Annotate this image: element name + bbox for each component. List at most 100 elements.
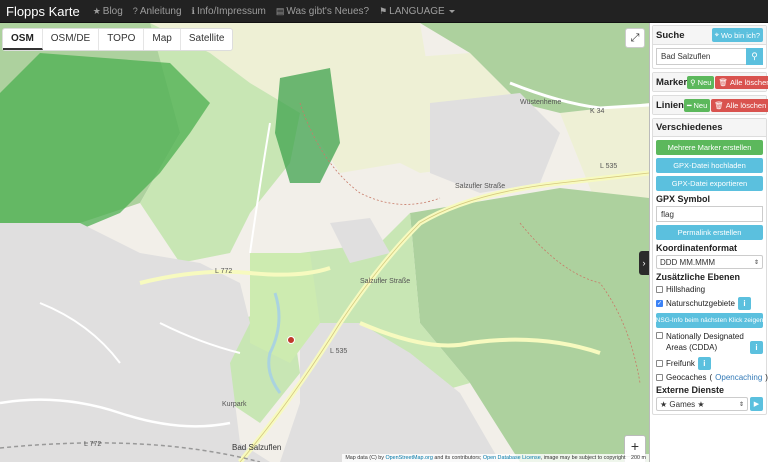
attribution-suffix: , image may be subject to copyright [540,455,626,461]
misc-panel: Verschiedenes Mehrere Marker erstellen G… [652,118,768,415]
sidebar-toggle-button[interactable]: › [639,251,649,275]
trash-icon: 🗑 [718,77,728,87]
poi-marker[interactable] [287,336,295,344]
freifunk-checkbox[interactable] [656,360,663,367]
scale-bar: 200 m [631,455,646,461]
layer-tab-map[interactable]: Map [144,29,181,50]
locate-label: Wo bin ich? [720,30,760,40]
new-line-button[interactable]: ━ Neu [683,98,711,112]
external-services-select[interactable]: ★ Games ★ ⇕ [656,397,748,411]
coord-format-value: DDD MM.MMM [660,257,716,267]
cdda-checkbox[interactable] [656,332,663,339]
lines-title: Linien [656,99,684,111]
search-panel: Suche ⌖ Wo bin ich? Bad Salzuflen ⚲ [652,25,767,69]
nav-link-info[interactable]: ℹ Info/Impressum [187,6,271,17]
map-label-town: Bad Salzuflen [232,443,282,452]
delete-lines-button[interactable]: 🗑 Alle löschen [711,98,768,112]
trash-icon: 🗑 [714,100,724,110]
map-label-street: Salzufler Straße [360,278,411,285]
map-marker-icon: ⚲ [690,77,696,87]
external-services-row: ★ Games ★ ⇕ ▶ [656,397,763,411]
marker-button-group: ⚲ Neu 🗑 Alle löschen [687,75,768,89]
map-label-road: L 535 [330,348,348,355]
coord-format-label: Koordinatenformat [656,243,737,253]
play-icon: ▶ [753,401,760,408]
new-marker-button[interactable]: ⚲ Neu [687,75,715,89]
fullscreen-button[interactable]: ⤢ [625,28,645,48]
external-services-label: Externe Dienste [656,385,725,395]
map-label-road: L 772 [215,268,233,275]
cdda-label: Nationally Designated Areas (CDDA) [666,332,744,353]
layer-tab-osm-de[interactable]: OSM/DE [43,29,100,50]
layer-tab-topo[interactable]: TOPO [99,29,145,50]
attribution-middle: and its contributors; [434,455,482,461]
info-icon: i [703,359,706,368]
cdda-info-button[interactable]: i [750,341,763,354]
map-label-road: K 34 [590,108,605,115]
geocaches-label: Geocaches [666,373,707,382]
marker-panel: Marker ⚲ Neu 🗑 Alle löschen [652,72,768,92]
gpx-symbol-input[interactable]: flag [656,206,763,222]
nsg-checkbox[interactable]: ✓ [656,300,663,307]
search-input[interactable]: Bad Salzuflen [656,48,746,65]
map-attribution: Map data (C) by OpenStreetMap.org and it… [342,454,649,462]
gpx-export-button[interactable]: GPX-Datei exportieren [656,176,763,191]
nav-link-blog[interactable]: ★ Blog [88,6,128,17]
nav-link-anleitung[interactable]: ? Anleitung [128,6,187,17]
external-services-value: ★ Games ★ [660,399,705,409]
top-navbar: Flopps Karte ★ Blog ? Anleitung ℹ Info/I… [0,0,768,23]
freifunk-label: Freifunk [666,359,695,368]
lines-button-group: ━ Neu 🗑 Alle löschen [683,98,768,112]
gpx-upload-button[interactable]: GPX-Datei hochladen [656,158,763,173]
star-icon: ★ [92,5,101,16]
multi-marker-button[interactable]: Mehrere Marker erstellen [656,140,763,155]
marker-panel-header: Marker ⚲ Neu 🗑 Alle löschen [653,73,768,91]
layer-tab-satellite[interactable]: Satellite [181,29,233,50]
search-icon: ⚲ [751,51,758,61]
gpx-symbol-label: GPX Symbol [656,194,711,204]
map-label-village: Wüstenheme [520,99,562,106]
map-tiles [0,23,649,462]
new-line-label: Neu [693,100,708,110]
newspaper-icon: ▤ [275,5,285,16]
select-arrows-icon: ⇕ [753,259,759,266]
nav-link-label: LANGUAGE [389,5,445,17]
question-icon: ? [132,6,138,16]
nav-link-label: Anleitung [139,5,182,17]
nsg-info-button[interactable]: i [737,297,751,310]
nav-link-label: Info/Impressum [196,5,266,17]
select-arrows-icon: ⇕ [738,401,744,408]
nav-link-label: Was gibt's Neues? [286,5,370,17]
osm-link[interactable]: OpenStreetMap.org [385,455,432,461]
locate-button[interactable]: ⌖ Wo bin ich? [711,28,763,42]
expand-icon: ⤢ [630,32,640,44]
map-label-road: L 535 [600,163,618,170]
cdda-row: Nationally Designated Areas (CDDA) i [656,331,763,354]
delete-markers-label: Alle löschen [729,77,768,87]
new-marker-label: Neu [697,77,712,87]
opencaching-link[interactable]: Opencaching [715,373,762,382]
go-button[interactable]: ▶ [750,397,763,411]
coord-format-select[interactable]: DDD MM.MMM ⇕ [656,255,763,269]
search-button[interactable]: ⚲ [746,48,763,65]
map-label-street: Salzufler Straße [455,183,506,190]
layer-tab-osm[interactable]: OSM [3,29,43,50]
freifunk-info-button[interactable]: i [697,357,711,370]
nav-link-language[interactable]: ⚑ LANGUAGE [374,6,460,17]
permalink-button[interactable]: Permalink erstellen [656,225,763,240]
hillshading-checkbox[interactable] [656,286,663,293]
layer-switcher: OSM OSM/DE TOPO Map Satellite [2,28,234,51]
freifunk-row: Freifunk i [656,357,763,370]
geocaches-checkbox[interactable] [656,374,663,381]
nsg-info-click-button[interactable]: NSG-Info beim nächsten Klick zeigen [656,313,763,328]
layers-label: Zusätzliche Ebenen [656,272,741,282]
sidebar: Suche ⌖ Wo bin ich? Bad Salzuflen ⚲ Mark… [649,23,768,462]
nav-link-news[interactable]: ▤ Was gibt's Neues? [271,6,374,17]
chevron-right-icon: › [642,258,646,268]
lines-panel: Linien ━ Neu 🗑 Alle löschen [652,95,768,115]
odbl-link[interactable]: Open Database License [483,455,541,461]
map-canvas[interactable]: Wüstenheme Bad Salzuflen L 772 L 772 L 5… [0,23,649,462]
delete-markers-button[interactable]: 🗑 Alle löschen [715,75,768,89]
line-icon: ━ [686,100,692,110]
brand-title[interactable]: Flopps Karte [0,4,88,19]
